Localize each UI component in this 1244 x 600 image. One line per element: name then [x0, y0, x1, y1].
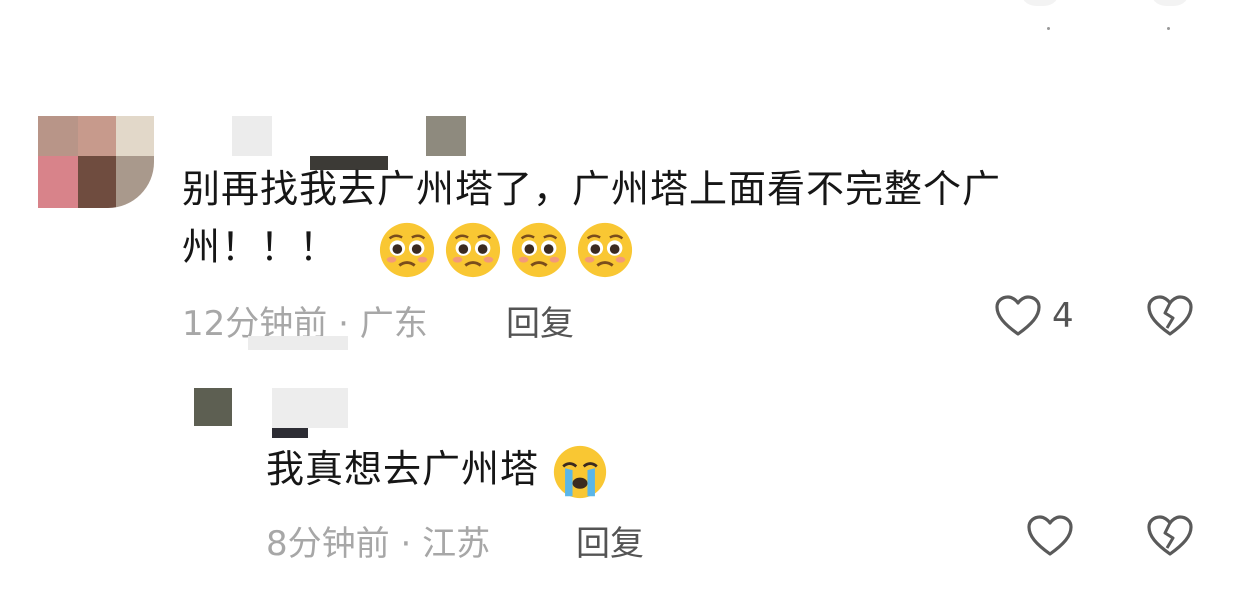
heart-outline-icon[interactable]: [994, 294, 1042, 338]
reply-button[interactable]: 回复: [576, 516, 644, 565]
username-mosaic: [248, 336, 348, 350]
reply-button[interactable]: 回复: [506, 296, 574, 345]
reply-text: 我真想去广州塔: [266, 440, 616, 500]
top-icon-partial: [1150, 0, 1190, 6]
reply-location: 江苏: [422, 524, 491, 564]
meta-separator: ·: [400, 524, 412, 564]
comment-text-line2-text: 州！！！: [182, 225, 339, 269]
broken-heart-icon[interactable]: [1146, 514, 1194, 558]
username-mosaic: [232, 116, 272, 156]
reply-meta: 8分钟前 · 江苏: [266, 516, 490, 565]
comment-text-line1: 别再找我去广州塔了，广州塔上面看不完整个广: [182, 167, 1002, 211]
heart-outline-icon[interactable]: [1026, 514, 1074, 558]
reply-text-content: 我真想去广州塔: [266, 447, 540, 491]
reply-time: 8分钟前: [266, 524, 390, 564]
top-icon-partial: [1020, 0, 1060, 6]
top-tick-mark: [1047, 27, 1050, 30]
pleading-face-icon: [578, 222, 633, 277]
pleading-face-icon: [380, 222, 435, 277]
pleading-face-icon: [446, 222, 501, 277]
username-mosaic: [272, 388, 348, 428]
pleading-face-icon: [512, 222, 567, 277]
comment-location: 广东: [359, 304, 428, 344]
like-count: 4: [1052, 296, 1074, 336]
crying-face-icon: [553, 445, 607, 498]
top-tick-mark: [1167, 27, 1170, 30]
comment-text-line2: 州！！！: [182, 218, 1162, 279]
comment-text: 别再找我去广州塔了，广州塔上面看不完整个广 州！！！: [182, 160, 1162, 279]
username-mosaic: [426, 116, 466, 156]
username-mosaic: [272, 428, 308, 438]
broken-heart-icon[interactable]: [1146, 294, 1194, 338]
avatar[interactable]: [194, 388, 232, 426]
avatar[interactable]: [38, 116, 154, 208]
